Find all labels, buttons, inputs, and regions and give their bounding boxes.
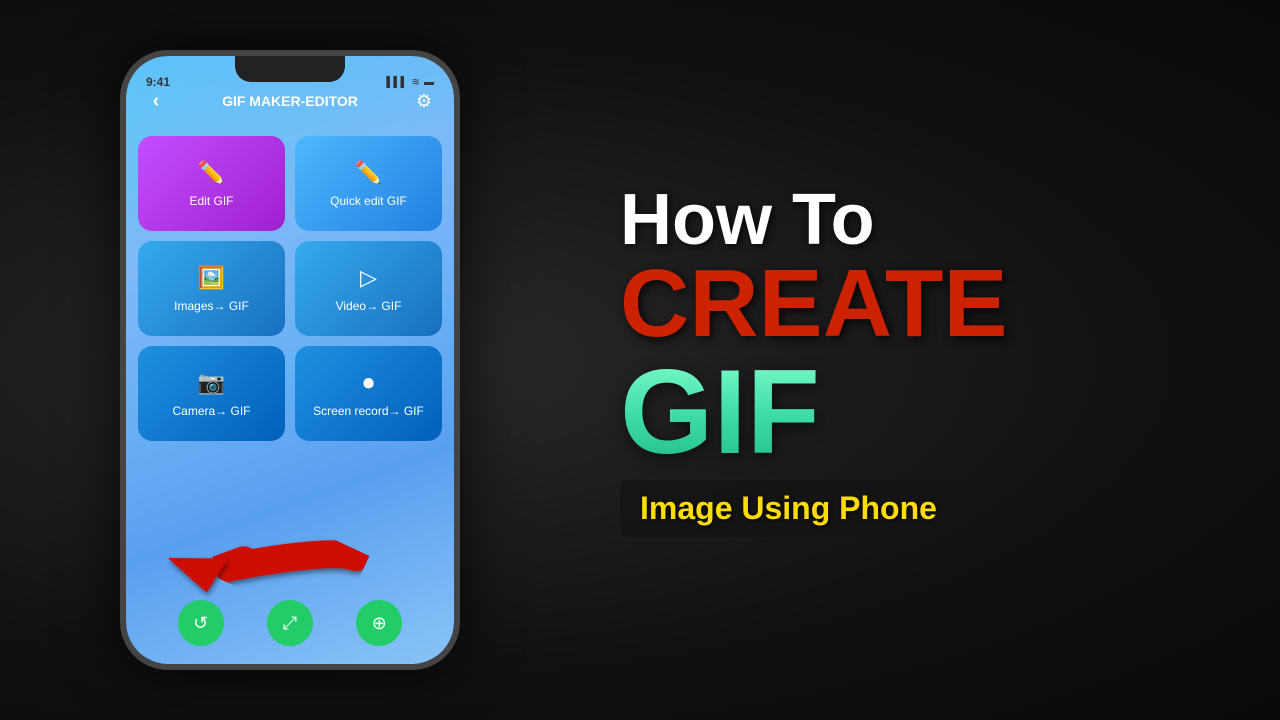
video-gif-button[interactable]: ▷ Video→ GIF (295, 241, 442, 336)
tab-3-icon: ⊕ (372, 613, 387, 634)
edit-gif-label: Edit GIF (189, 194, 233, 208)
images-gif-icon: 🖼️ (198, 265, 225, 291)
camera-gif-button[interactable]: 📷 Camera→ GIF (138, 346, 285, 441)
screen-record-label: Screen record→ GIF (313, 404, 424, 418)
battery-icon: ▬ (424, 77, 434, 88)
phone-section: 9:41 ▌▌▌ ≋ ▬ ‹ GIF MAKER-EDITOR (0, 0, 580, 720)
content-wrapper: 9:41 ▌▌▌ ≋ ▬ ‹ GIF MAKER-EDITOR (0, 0, 1280, 720)
video-gif-label: Video→ GIF (336, 299, 402, 313)
status-time: 9:41 (146, 75, 170, 89)
signal-icon: ▌▌▌ (386, 77, 407, 88)
camera-gif-label: Camera→ GIF (172, 404, 250, 418)
how-to-text: How To (620, 184, 875, 256)
subtitle-text: Image Using Phone (640, 490, 937, 527)
gif-text: GIF (620, 352, 820, 472)
edit-gif-icon: ✏️ (198, 160, 225, 186)
subtitle-box: Image Using Phone (620, 480, 957, 537)
wifi-icon: ≋ (412, 77, 420, 88)
create-text: CREATE (620, 256, 1008, 352)
text-section: How To CREATE GIF Image Using Phone (580, 154, 1280, 567)
quick-edit-gif-button[interactable]: ✏️ Quick edit GIF (295, 136, 442, 231)
tab-1-icon: ↺ (193, 613, 208, 634)
camera-gif-icon: 📷 (198, 370, 225, 396)
screen-record-gif-button[interactable]: ⏺ Screen record→ GIF (295, 346, 442, 441)
quick-edit-icon: ✏️ (355, 160, 382, 186)
video-gif-icon: ▷ (360, 265, 377, 291)
edit-gif-button[interactable]: ✏️ Edit GIF (138, 136, 285, 231)
phone-notch (235, 56, 345, 82)
images-gif-button[interactable]: 🖼️ Images→ GIF (138, 241, 285, 336)
app-grid: ✏️ Edit GIF ✏️ Quick edit GIF 🖼️ Images→… (126, 126, 454, 451)
images-gif-label: Images→ GIF (174, 299, 249, 313)
quick-edit-label: Quick edit GIF (330, 194, 407, 208)
screen-record-icon: ⏺ (363, 370, 374, 396)
status-icons: ▌▌▌ ≋ ▬ (386, 77, 434, 88)
tab-3[interactable]: ⊕ (356, 600, 402, 646)
